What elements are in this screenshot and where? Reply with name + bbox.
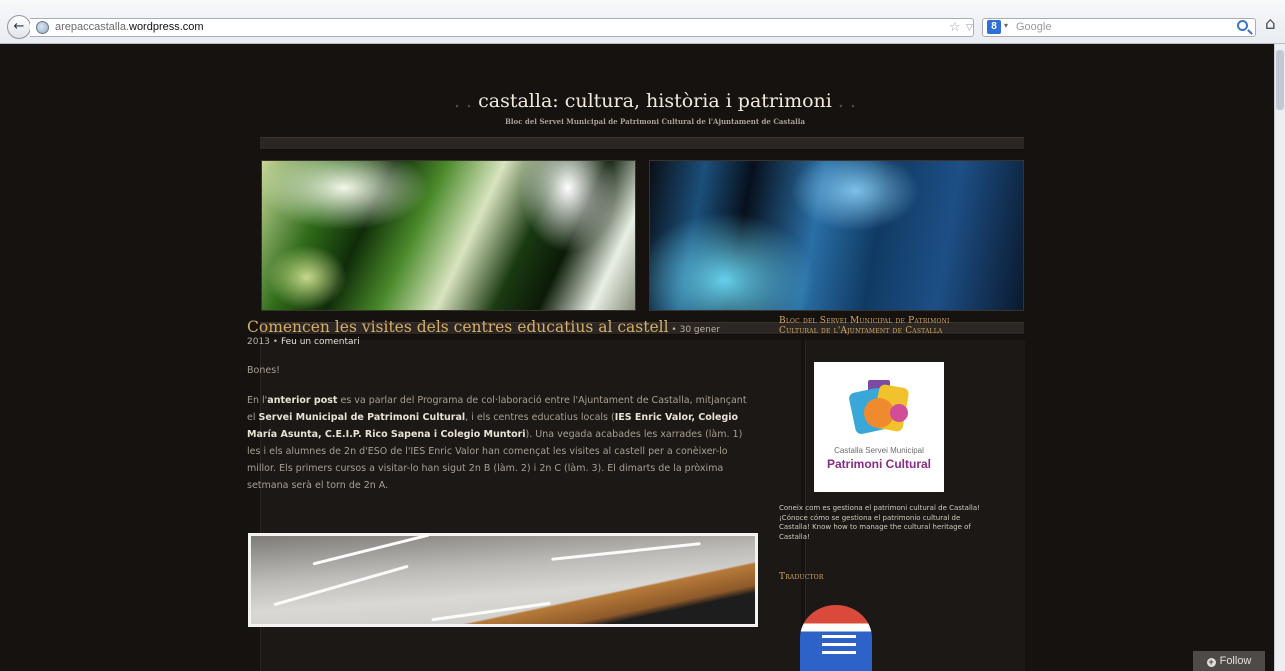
widget-title-bloc: Bloc del Servei Municipal de Patrimoni C… [779, 316, 950, 336]
follow-button[interactable]: + Follow [1193, 651, 1265, 671]
site-title-text[interactable]: castalla: cultura, història i patrimoni [478, 90, 832, 112]
patrimoni-logo[interactable]: Castalla Servei Municipal Patrimoni Cult… [814, 362, 944, 492]
photo-ceiling-light [551, 542, 701, 561]
url-text: arepaccastalla.wordpress.com [55, 21, 204, 33]
site-title[interactable]: . . castalla: cultura, història i patrim… [260, 90, 1050, 112]
photo-ceiling-light [273, 564, 409, 607]
logo-line2: Patrimoni Cultural [826, 457, 931, 471]
photo-ceiling-light [312, 533, 430, 566]
post-text-segment: , i els centres educatius locals ( [465, 412, 615, 423]
post-greeting: Bones! [247, 365, 280, 376]
scrollbar-thumb[interactable] [1276, 50, 1284, 110]
post-title-link[interactable]: Comencen les visites dels centres educat… [247, 318, 669, 336]
search-engine-icon[interactable]: 8 [987, 20, 1001, 34]
back-arrow-icon: ← [13, 19, 25, 34]
post-date: 30 gener [679, 325, 721, 335]
address-bar[interactable]: arepaccastalla.wordpress.com ☆ ▽ C [30, 18, 994, 37]
post-photo[interactable] [248, 533, 758, 627]
page-scrollbar[interactable] [1274, 44, 1285, 671]
post-meta: 2013 • Feu un comentari [247, 337, 360, 347]
bookmark-star-icon[interactable]: ☆ [949, 20, 961, 35]
globe-icon [36, 21, 49, 34]
post-link-text[interactable]: Servei Municipal de Patrimoni Cultural [259, 412, 466, 423]
post-paragraph: En l'anterior post es va parlar del Prog… [247, 392, 747, 494]
widget-title-traductor: Traductor [779, 572, 824, 582]
photo-ceiling-light [431, 601, 551, 622]
post-link-text[interactable]: anterior post [267, 395, 337, 406]
search-engine-dropdown-icon[interactable]: ▾ [1004, 21, 1008, 30]
post-title: Comencen les visites dels centres educat… [247, 318, 757, 336]
browser-toolbar: ← arepaccastalla.wordpress.com ☆ ▽ C 8 ▾… [0, 0, 1285, 44]
home-icon[interactable]: ⌂ [1265, 14, 1276, 34]
title-dots-left: . . [453, 90, 473, 112]
meta-sep: • [269, 337, 281, 347]
post-date-sep: • [668, 325, 680, 335]
logo-line1: Castalla Servei Municipal [834, 446, 924, 455]
magnifier-icon[interactable] [1237, 20, 1248, 31]
logo-castle-icon [846, 380, 912, 438]
history-dropdown-icon[interactable]: ▽ [966, 20, 973, 36]
search-bar[interactable]: 8 ▾ Google [982, 18, 1256, 37]
post-date-year: 2013 [247, 337, 270, 347]
post-text-segment: En l' [247, 395, 268, 406]
follow-label: Follow [1219, 655, 1252, 667]
header-image-blue [649, 160, 1024, 311]
search-placeholder: Google [1016, 21, 1052, 33]
title-dots-right: . . [837, 90, 857, 112]
translator-flag-icon[interactable] [800, 605, 872, 671]
nav-band-top [260, 137, 1024, 150]
widget-description: Coneix com es gestiona el patrimoni cult… [779, 504, 980, 541]
comments-link[interactable]: Feu un comentari [281, 337, 360, 347]
back-button[interactable]: ← [7, 15, 31, 39]
header-image-green [261, 160, 636, 311]
site-tagline: Bloc del Servei Municipal de Patrimoni C… [504, 117, 805, 126]
follow-plus-icon: + [1206, 657, 1216, 667]
